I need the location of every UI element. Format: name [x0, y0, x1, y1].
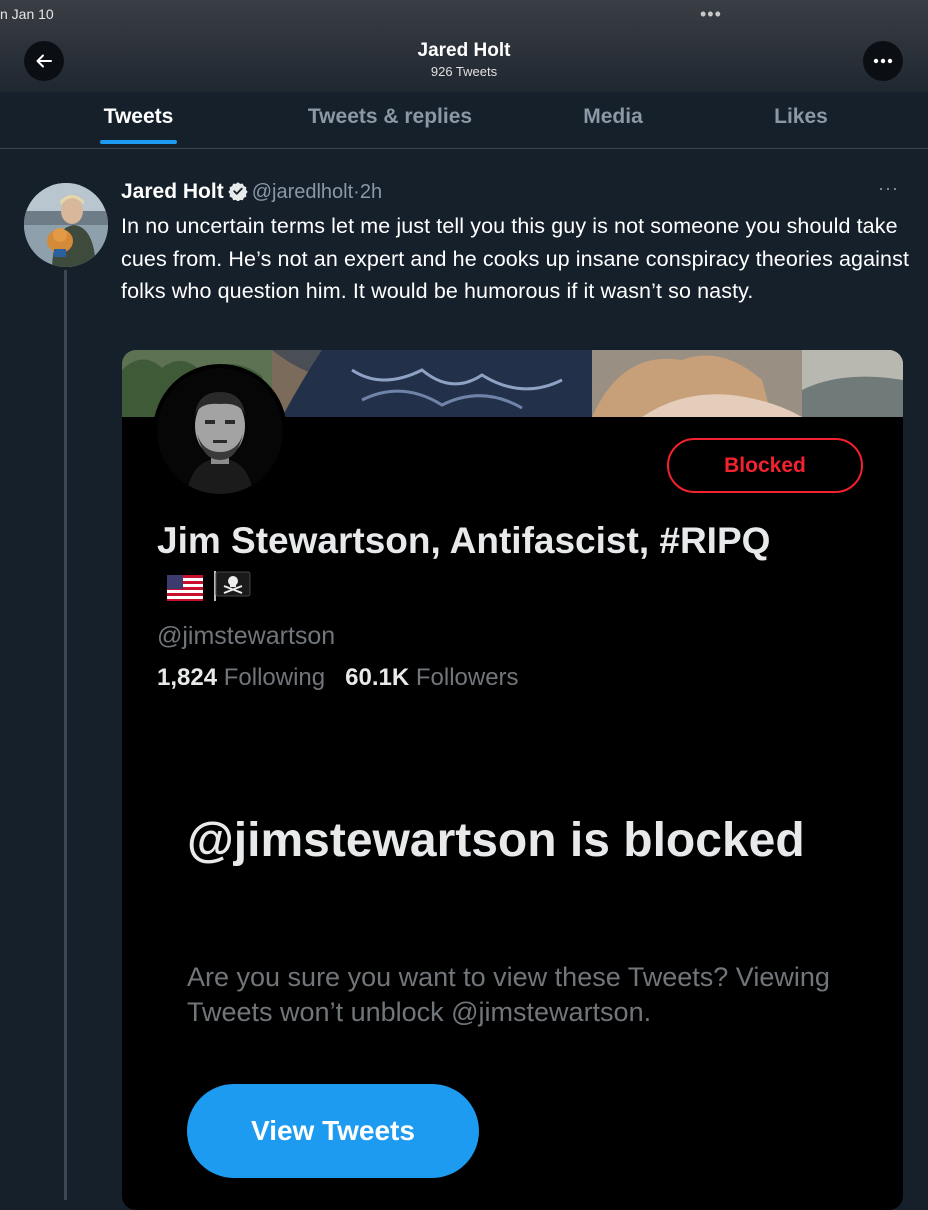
status-date: n Jan 10 — [0, 6, 54, 22]
blocked-profile-handle: @jimstewartson — [157, 622, 336, 650]
embedded-screenshot[interactable]: Blocked Jim Stewartson, Antifascist, #RI… — [122, 350, 903, 1210]
separator-dot: · — [353, 181, 360, 203]
tweet-more-button[interactable]: ··· — [878, 178, 899, 199]
followers-label: Followers — [415, 664, 519, 691]
following-label: Following — [223, 664, 326, 691]
more-options-button[interactable] — [863, 41, 903, 81]
tab-media[interactable]: Media — [563, 105, 663, 129]
tab-likes[interactable]: Likes — [751, 105, 851, 129]
blocked-button[interactable]: Blocked — [667, 438, 863, 493]
tab-tweets[interactable]: Tweets — [100, 105, 177, 129]
avatar-photo — [24, 183, 108, 267]
followers-stat[interactable]: 60.1K Followers — [345, 664, 518, 691]
more-horizontal-icon — [873, 58, 893, 64]
following-stat[interactable]: 1,824 Following — [157, 664, 325, 691]
author-handle[interactable]: @jaredlholt — [252, 181, 353, 203]
following-count: 1,824 — [157, 664, 218, 691]
followers-count: 60.1K — [345, 664, 410, 691]
verified-badge-icon — [228, 181, 248, 207]
tweet-count: 926 Tweets — [430, 64, 498, 79]
thread-line — [64, 270, 67, 1200]
follow-stats: 1,824 Following 60.1K Followers — [157, 664, 519, 692]
author-name[interactable]: Jared Holt — [121, 180, 224, 203]
pirate-flag-icon — [213, 566, 251, 612]
active-tab-indicator — [100, 140, 177, 144]
tab-tweets-and-replies[interactable]: Tweets & replies — [290, 105, 490, 129]
profile-tabs: Tweets Tweets & replies Media Likes — [0, 92, 928, 149]
tweet-author-row: Jared Holt @jaredlholt·2h — [121, 180, 382, 207]
blocked-description: Are you sure you want to view these Twee… — [187, 962, 830, 1027]
multitask-dots[interactable]: ••• — [700, 4, 722, 25]
blocked-profile-name: Jim Stewartson, Antifascist, #RIPQ — [157, 518, 797, 612]
tweet-text: In no uncertain terms let me just tell y… — [121, 214, 910, 303]
profile-header: n Jan 10 ••• Jared Holt 926 Tweets — [0, 0, 928, 92]
blocked-user-avatar — [157, 368, 283, 494]
tweet-time[interactable]: 2h — [360, 181, 382, 203]
profile-name-text: Jim Stewartson, Antifascist, #RIPQ — [157, 520, 771, 561]
header-title: Jared Holt — [417, 40, 511, 61]
author-avatar[interactable] — [24, 183, 108, 267]
view-tweets-button[interactable]: View Tweets — [187, 1084, 479, 1178]
blocked-heading: @jimstewartson is blocked — [187, 814, 805, 867]
us-flag-icon — [167, 566, 203, 612]
